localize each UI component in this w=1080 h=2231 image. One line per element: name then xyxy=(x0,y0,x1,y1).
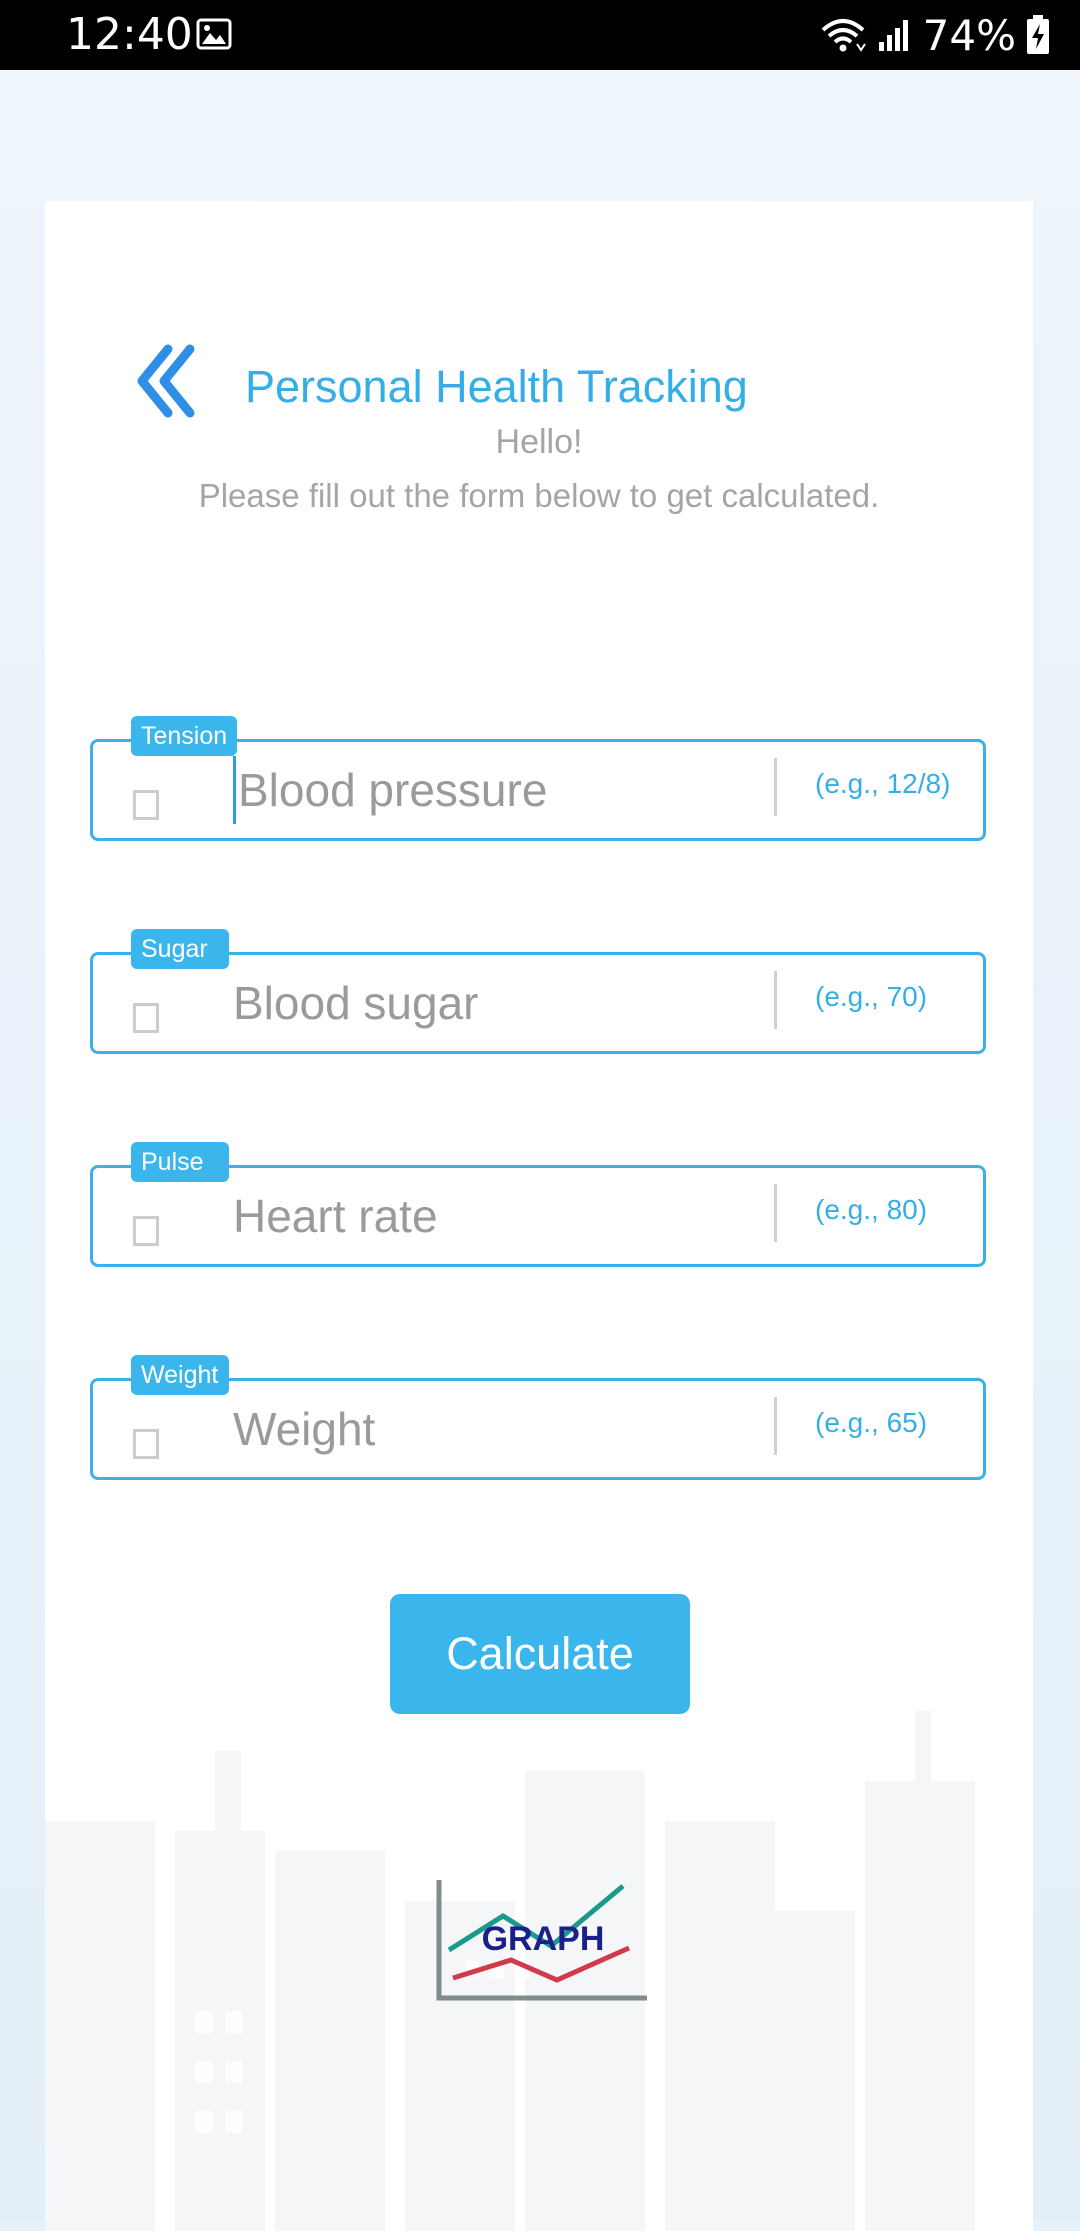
blood-pressure-hint: (e.g., 12/8) xyxy=(815,768,951,799)
page-title: Personal Health Tracking xyxy=(245,361,748,412)
logo-text: GRAPH xyxy=(482,1920,605,1958)
graph-logo[interactable]: GRAPH xyxy=(433,1876,653,2006)
battery-percent: 74% xyxy=(922,10,1016,60)
greeting-text: Hello! xyxy=(495,423,583,461)
blood-sugar-checkbox[interactable] xyxy=(133,1003,159,1033)
field-divider xyxy=(774,1397,777,1455)
field-divider xyxy=(774,758,777,816)
status-bar: 12:40 74% xyxy=(0,0,1080,70)
blood-pressure-field[interactable]: Tension Blood pressure (e.g., 12/8) xyxy=(90,716,986,841)
heart-rate-hint: (e.g., 80) xyxy=(815,1194,928,1225)
field-tag-sugar: Sugar xyxy=(131,929,229,969)
heart-rate-checkbox[interactable] xyxy=(133,1216,159,1246)
status-time: 12:40 xyxy=(66,9,193,60)
field-tag-weight: Weight xyxy=(131,1355,229,1395)
field-tag-tension: Tension xyxy=(131,716,238,756)
weight-input[interactable]: Weight xyxy=(233,1395,743,1463)
signal-icon xyxy=(878,20,908,51)
image-icon xyxy=(196,18,232,50)
blood-pressure-input[interactable]: Blood pressure xyxy=(233,756,748,824)
battery-charging-icon xyxy=(1027,15,1049,54)
weight-checkbox[interactable] xyxy=(133,1429,159,1459)
weight-field[interactable]: Weight Weight (e.g., 65) xyxy=(90,1355,986,1480)
blood-sugar-hint: (e.g., 70) xyxy=(815,981,928,1012)
field-divider xyxy=(774,1184,777,1242)
field-divider xyxy=(774,971,777,1029)
heart-rate-input[interactable]: Heart rate xyxy=(233,1182,743,1250)
blood-sugar-input[interactable]: Blood sugar xyxy=(233,969,743,1037)
wifi-icon xyxy=(821,19,866,52)
status-right: 74% xyxy=(819,10,1050,60)
blood-sugar-field[interactable]: Sugar Blood sugar (e.g., 70) xyxy=(90,929,986,1054)
weight-hint: (e.g., 65) xyxy=(815,1407,928,1438)
instruction-text: Please fill out the form below to get ca… xyxy=(198,477,880,514)
back-double-chevron-icon[interactable] xyxy=(130,341,200,421)
form-card: Personal Health Tracking Hello! Please f… xyxy=(45,201,1033,2231)
blood-pressure-checkbox[interactable] xyxy=(133,790,159,820)
heart-rate-field[interactable]: Pulse Heart rate (e.g., 80) xyxy=(90,1142,986,1267)
app-background: Personal Health Tracking Hello! Please f… xyxy=(0,70,1080,2231)
calculate-button[interactable]: Calculate xyxy=(390,1594,690,1714)
field-tag-pulse: Pulse xyxy=(131,1142,229,1182)
